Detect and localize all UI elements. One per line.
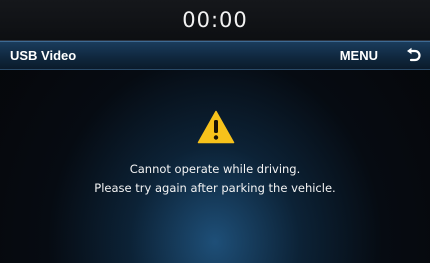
page-title: USB Video [10, 48, 77, 63]
restriction-screen: 00:00 USB Video MENU Cannot operate whil… [0, 0, 430, 263]
menu-button[interactable]: MENU [340, 42, 378, 69]
back-button[interactable] [402, 45, 424, 67]
status-bar: 00:00 [0, 0, 430, 41]
title-bar: USB Video MENU [0, 41, 430, 70]
warning-message: Cannot operate while driving. Please try… [0, 160, 430, 198]
warning-triangle-icon [197, 110, 235, 144]
warning-message-line-1: Cannot operate while driving. [129, 162, 301, 176]
warning-message-line-2: Please try again after parking the vehic… [94, 181, 336, 195]
back-arrow-icon [407, 47, 421, 62]
clock: 00:00 [182, 8, 248, 32]
